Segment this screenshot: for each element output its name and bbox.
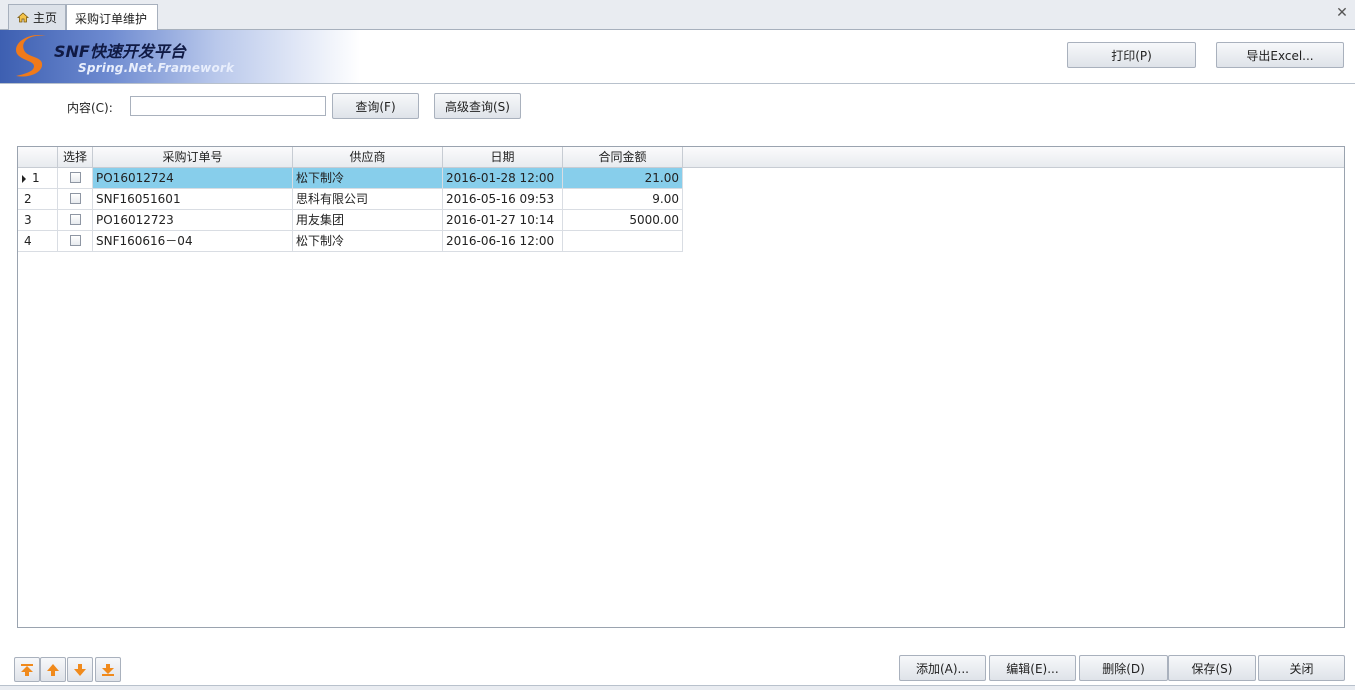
row-select-cell[interactable] — [58, 168, 93, 189]
row-select-cell[interactable] — [58, 189, 93, 210]
table-row[interactable]: 3 PO16012723 用友集团 2016-01-27 10:14 5000.… — [18, 210, 683, 231]
header-banner: SNF快速开发平台 Spring.Net.Framework 打印(P) 导出E… — [0, 30, 1355, 84]
close-button[interactable]: 关闭 — [1258, 655, 1345, 681]
tab-purchase-order[interactable]: 采购订单维护 — [66, 4, 158, 31]
advanced-query-button[interactable]: 高级查询(S) — [434, 93, 521, 119]
column-header-order-no[interactable]: 采购订单号 — [93, 147, 293, 168]
add-button[interactable]: 添加(A)... — [899, 655, 986, 681]
cell-order-no[interactable]: SNF160616－04 — [93, 231, 293, 252]
grid-header: 选择 采购订单号 供应商 日期 合同金额 — [18, 147, 1344, 168]
cell-order-no[interactable]: PO16012723 — [93, 210, 293, 231]
table-row[interactable]: 4 SNF160616－04 松下制冷 2016-06-16 12:00 — [18, 231, 683, 252]
edit-button[interactable]: 编辑(E)... — [989, 655, 1076, 681]
arrow-up-icon — [47, 663, 59, 676]
cell-date[interactable]: 2016-05-16 09:53 — [443, 189, 563, 210]
tab-home[interactable]: 主页 — [8, 4, 66, 30]
row-checkbox[interactable] — [70, 214, 81, 225]
search-label: 内容(C): — [67, 101, 113, 115]
move-last-button[interactable] — [95, 657, 121, 682]
cell-supplier[interactable]: 松下制冷 — [293, 231, 443, 252]
arrow-down-icon — [74, 663, 86, 676]
row-indicator-header — [18, 147, 58, 168]
row-select-cell[interactable] — [58, 210, 93, 231]
cell-supplier[interactable]: 思科有限公司 — [293, 189, 443, 210]
home-icon — [17, 12, 29, 23]
cell-amount[interactable] — [563, 231, 683, 252]
search-input[interactable] — [130, 96, 326, 116]
save-button[interactable]: 保存(S) — [1168, 655, 1256, 681]
table-row[interactable]: 2 SNF16051601 思科有限公司 2016-05-16 09:53 9.… — [18, 189, 683, 210]
cell-order-no[interactable]: SNF16051601 — [93, 189, 293, 210]
column-header-supplier[interactable]: 供应商 — [293, 147, 443, 168]
print-button[interactable]: 打印(P) — [1067, 42, 1196, 68]
cell-order-no[interactable]: PO16012724 — [93, 168, 293, 189]
cell-amount[interactable]: 21.00 — [563, 168, 683, 189]
row-checkbox[interactable] — [70, 172, 81, 183]
status-strip — [0, 685, 1355, 690]
row-checkbox[interactable] — [70, 193, 81, 204]
logo-s-icon — [16, 34, 46, 77]
tab-purchase-order-label: 采购订单维护 — [75, 11, 148, 26]
logo: SNF快速开发平台 Spring.Net.Framework — [0, 30, 360, 83]
move-last-icon — [102, 663, 114, 676]
cell-amount[interactable]: 9.00 — [563, 189, 683, 210]
current-row-icon — [22, 175, 26, 183]
export-excel-button[interactable]: 导出Excel... — [1216, 42, 1344, 68]
row-index: 2 — [18, 189, 58, 210]
move-up-button[interactable] — [40, 657, 66, 682]
column-header-select[interactable]: 选择 — [58, 147, 93, 168]
table-row[interactable]: 1 PO16012724 松下制冷 2016-01-28 12:00 21.00 — [18, 168, 683, 189]
column-header-date[interactable]: 日期 — [443, 147, 563, 168]
query-button[interactable]: 查询(F) — [332, 93, 419, 119]
move-down-button[interactable] — [67, 657, 93, 682]
row-select-cell[interactable] — [58, 231, 93, 252]
row-index: 1 — [18, 168, 58, 189]
order-grid[interactable]: 选择 采购订单号 供应商 日期 合同金额 1 PO16012724 松下制冷 2… — [17, 146, 1345, 628]
delete-button[interactable]: 删除(D) — [1079, 655, 1168, 681]
cell-date[interactable]: 2016-01-27 10:14 — [443, 210, 563, 231]
logo-title: SNF快速开发平台 — [54, 42, 186, 61]
cell-supplier[interactable]: 松下制冷 — [293, 168, 443, 189]
column-header-amount[interactable]: 合同金额 — [563, 147, 683, 168]
move-first-button[interactable] — [14, 657, 40, 682]
cell-date[interactable]: 2016-01-28 12:00 — [443, 168, 563, 189]
row-checkbox[interactable] — [70, 235, 81, 246]
tab-home-label: 主页 — [33, 11, 58, 25]
row-index: 4 — [18, 231, 58, 252]
row-index: 3 — [18, 210, 58, 231]
tab-strip: 主页 采购订单维护 ✕ — [0, 0, 1355, 31]
cell-date[interactable]: 2016-06-16 12:00 — [443, 231, 563, 252]
cell-amount[interactable]: 5000.00 — [563, 210, 683, 231]
cell-supplier[interactable]: 用友集团 — [293, 210, 443, 231]
logo-subtitle: Spring.Net.Framework — [78, 61, 235, 75]
move-first-icon — [21, 663, 33, 676]
close-icon[interactable]: ✕ — [1335, 6, 1349, 20]
